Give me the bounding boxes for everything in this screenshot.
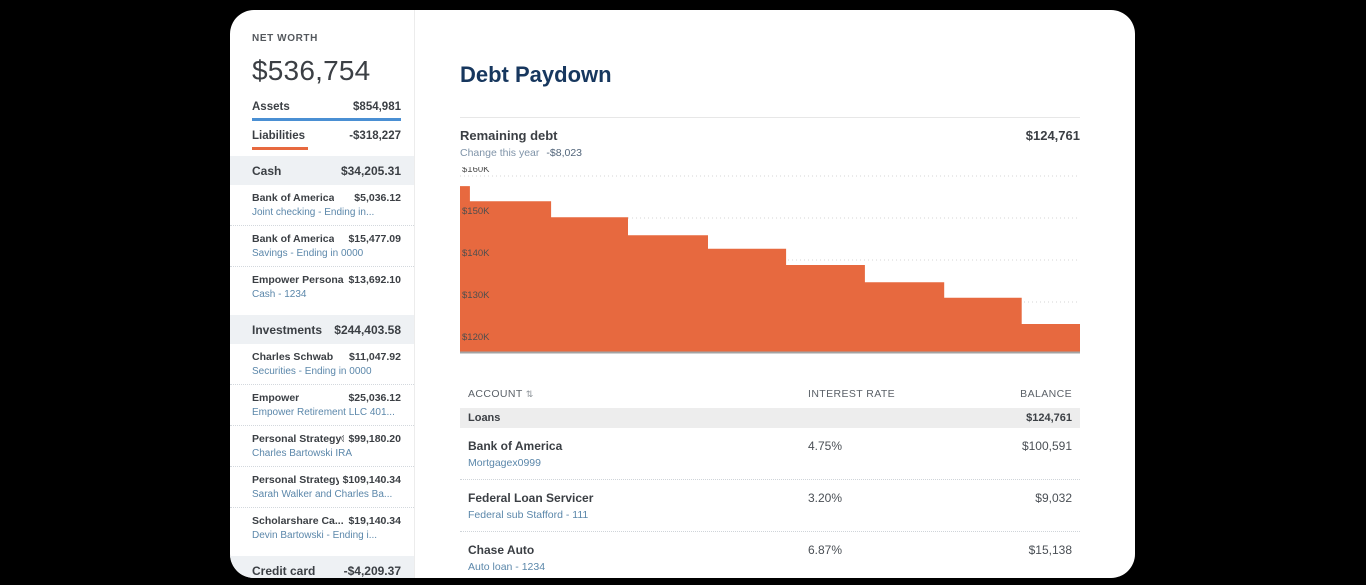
change-value: -$8,023 <box>546 147 582 159</box>
loan-name: Bank of America <box>468 439 808 453</box>
loans-group-label: Loans <box>468 412 808 424</box>
loan-interest-rate: 6.87% <box>808 543 922 557</box>
section-label: Investments <box>252 323 322 337</box>
header-divider <box>460 117 1080 118</box>
loans-table: ACCOUNT⇅ INTEREST RATE BALANCE Loans $12… <box>460 386 1080 578</box>
loan-balance: $9,032 <box>922 491 1072 505</box>
net-worth-sidebar: NET WORTH $536,754 Assets $854,981 Liabi… <box>230 10 415 578</box>
change-this-year: Change this year -$8,023 <box>460 147 1080 159</box>
account-balance: $13,692.10 <box>344 274 401 286</box>
y-axis-tick-label: $140K <box>462 248 490 259</box>
net-worth-value: $536,754 <box>252 55 401 87</box>
account-detail: Sarah Walker and Charles Ba... <box>252 489 401 500</box>
loan-table-row[interactable]: Chase Auto Auto loan - 1234 6.87% $15,13… <box>460 532 1080 578</box>
account-name: Empower <box>252 392 299 404</box>
account-detail: Cash - 1234 <box>252 289 401 300</box>
loan-name: Chase Auto <box>468 543 808 557</box>
y-axis-tick-label: $150K <box>462 206 490 217</box>
section-total: $34,205.31 <box>341 164 401 178</box>
loan-detail: Auto loan - 1234 <box>468 561 808 573</box>
account-detail: Charles Bartowski IRA <box>252 448 401 459</box>
column-header-account[interactable]: ACCOUNT⇅ <box>468 386 808 408</box>
assets-row[interactable]: Assets $854,981 <box>252 101 401 121</box>
loans-group-row[interactable]: Loans $124,761 <box>460 408 1080 428</box>
liabilities-row[interactable]: Liabilities -$318,227 <box>252 130 401 147</box>
assets-label: Assets <box>252 101 290 113</box>
section-total: -$4,209.37 <box>344 564 401 578</box>
net-worth-label: NET WORTH <box>252 33 401 44</box>
loan-interest-rate: 4.75% <box>808 439 922 453</box>
account-balance: $5,036.12 <box>350 192 401 204</box>
sidebar-account-row[interactable]: Empower $25,036.12 Empower Retirement LL… <box>230 385 414 426</box>
sidebar-account-row[interactable]: Bank of America $5,036.12 Joint checking… <box>230 185 414 226</box>
sidebar-account-row[interactable]: Scholarshare Ca... $19,140.34 Devin Bart… <box>230 508 414 548</box>
account-name: Charles Schwab <box>252 351 333 363</box>
loan-balance: $100,591 <box>922 439 1072 453</box>
sort-icon[interactable]: ⇅ <box>526 389 534 399</box>
loan-detail: Federal sub Stafford - 111 <box>468 509 808 521</box>
y-axis-tick-label: $130K <box>462 290 490 301</box>
sidebar-account-row[interactable]: Bank of America $15,477.09 Savings - End… <box>230 226 414 267</box>
sidebar-section-header[interactable]: Cash $34,205.31 <box>230 156 414 185</box>
liabilities-value: -$318,227 <box>349 130 401 142</box>
loan-detail: Mortgagex0999 <box>468 457 808 469</box>
sidebar-section-header[interactable]: Investments $244,403.58 <box>230 315 414 344</box>
account-name: Bank of America <box>252 192 334 204</box>
loan-interest-rate: 3.20% <box>808 491 922 505</box>
remaining-debt-total: $124,761 <box>1026 128 1080 143</box>
loan-table-row[interactable]: Bank of America Mortgagex0999 4.75% $100… <box>460 428 1080 480</box>
sidebar-account-row[interactable]: Personal Strategy® $109,140.34 Sarah Wal… <box>230 467 414 508</box>
account-name: Scholarshare Ca... <box>252 515 344 527</box>
sidebar-account-row[interactable]: Empower Personal Cash™ $13,692.10 Cash -… <box>230 267 414 307</box>
account-balance: $25,036.12 <box>344 392 401 404</box>
assets-value: $854,981 <box>353 101 401 113</box>
section-total: $244,403.58 <box>334 323 401 337</box>
account-balance: $11,047.92 <box>345 351 401 363</box>
loans-group-balance: $124,761 <box>922 412 1072 424</box>
sidebar-account-row[interactable]: Personal Strategy® $99,180.20 Charles Ba… <box>230 426 414 467</box>
loan-balance: $15,138 <box>922 543 1072 557</box>
loan-name: Federal Loan Servicer <box>468 491 808 505</box>
column-header-balance: BALANCE <box>922 386 1072 408</box>
account-detail: Empower Retirement LLC 401... <box>252 407 401 418</box>
account-detail: Devin Bartowski - Ending i... <box>252 530 401 541</box>
account-name: Bank of America <box>252 233 334 245</box>
account-sections: Cash $34,205.31 Bank of America $5,036.1… <box>230 156 414 578</box>
account-balance: $99,180.20 <box>344 433 401 445</box>
y-axis-tick-label: $120K <box>462 332 490 343</box>
column-header-interest-rate: INTEREST RATE <box>808 386 922 408</box>
debt-paydown-chart: $160K $150K $140K $130K $120K <box>460 167 1080 354</box>
section-label: Credit card <box>252 564 315 578</box>
sidebar-section-header[interactable]: Credit card -$4,209.37 <box>230 556 414 578</box>
debt-area-series <box>460 186 1080 352</box>
liabilities-underline <box>252 147 308 150</box>
section-label: Cash <box>252 164 281 178</box>
account-name: Empower Personal Cash™ <box>252 274 344 286</box>
remaining-debt-label: Remaining debt <box>460 128 558 143</box>
app-card: NET WORTH $536,754 Assets $854,981 Liabi… <box>230 10 1135 578</box>
main-content: Debt Paydown Remaining debt $124,761 Cha… <box>415 10 1135 578</box>
loan-table-row[interactable]: Federal Loan Servicer Federal sub Staffo… <box>460 480 1080 532</box>
liabilities-label: Liabilities <box>252 130 305 142</box>
account-detail: Joint checking - Ending in... <box>252 207 401 218</box>
account-name: Personal Strategy® <box>252 433 344 445</box>
page-title: Debt Paydown <box>460 62 1080 88</box>
account-balance: $109,140.34 <box>339 474 401 486</box>
debt-chart-svg: $160K $150K $140K $130K $120K <box>460 167 1080 354</box>
account-balance: $19,140.34 <box>344 515 401 527</box>
account-name: Personal Strategy® <box>252 474 339 486</box>
y-axis-tick-label: $160K <box>462 167 490 175</box>
change-label: Change this year <box>460 147 539 159</box>
account-balance: $15,477.09 <box>344 233 401 245</box>
account-detail: Securities - Ending in 0000 <box>252 366 401 377</box>
sidebar-account-row[interactable]: Charles Schwab $11,047.92 Securities - E… <box>230 344 414 385</box>
account-detail: Savings - Ending in 0000 <box>252 248 401 259</box>
loan-rows: Bank of America Mortgagex0999 4.75% $100… <box>460 428 1080 578</box>
